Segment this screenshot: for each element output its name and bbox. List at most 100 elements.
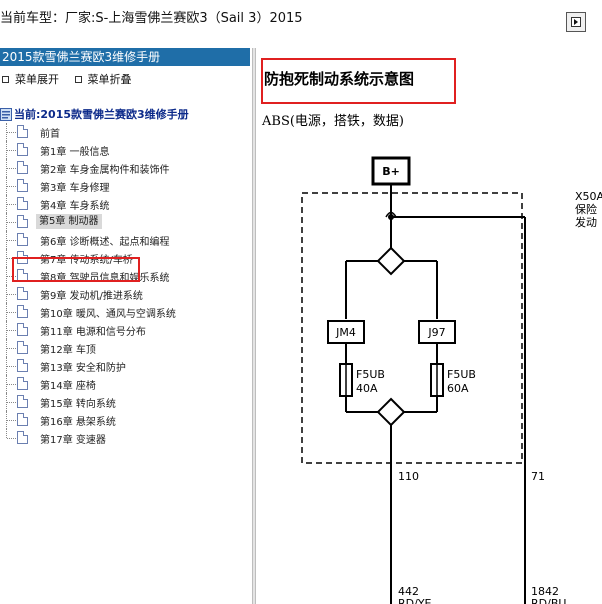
tree-branch bbox=[7, 186, 16, 187]
document-icon bbox=[17, 431, 28, 444]
tree-item-label: 第5章 制动器 bbox=[36, 214, 102, 229]
tree-branch bbox=[7, 222, 16, 223]
tree-item-label: 第1章 一般信息 bbox=[40, 147, 110, 158]
fuse-block-label-1: X50A bbox=[575, 190, 602, 203]
splice-diamond-bottom bbox=[376, 397, 406, 427]
relay-left-label: JM4 bbox=[335, 326, 356, 339]
fuse-right-name: F5UB bbox=[447, 368, 476, 381]
tree-branch bbox=[7, 420, 16, 421]
document-icon bbox=[17, 161, 28, 174]
document-icon bbox=[17, 323, 28, 336]
navigation-panel: 2015款雪佛兰赛欧3维修手册 菜单展开 菜单折叠 当前:2015款雪佛兰赛欧3… bbox=[0, 48, 252, 604]
wire-left-color: RD/YE bbox=[398, 597, 432, 604]
battery-label: B+ bbox=[382, 165, 400, 178]
collapse-menu-button[interactable]: 菜单折叠 bbox=[73, 71, 132, 87]
relay-right-label: J97 bbox=[427, 326, 445, 339]
expand-menu-button[interactable]: 菜单展开 bbox=[0, 71, 59, 87]
document-icon bbox=[17, 287, 28, 300]
tree-item-chapter-2[interactable]: 第2章 车身金属构件和装饰件 bbox=[0, 159, 252, 177]
document-icon bbox=[17, 359, 28, 372]
document-icon bbox=[17, 179, 28, 192]
expand-icon bbox=[2, 75, 9, 83]
document-icon bbox=[17, 395, 28, 408]
document-icon bbox=[17, 413, 28, 426]
tree-item-chapter-9[interactable]: 第9章 发动机/推进系统 bbox=[0, 285, 252, 303]
collapse-menu-label: 菜单折叠 bbox=[87, 73, 132, 86]
menu-controls: 菜单展开 菜单折叠 bbox=[0, 71, 142, 87]
pin-right-label: 71 bbox=[531, 470, 545, 483]
tree-root[interactable]: 当前:2015款雪佛兰赛欧3维修手册 bbox=[0, 105, 189, 123]
tree-item-label: 前首 bbox=[40, 129, 60, 140]
tree-item-label: 第2章 车身金属构件和装饰件 bbox=[40, 165, 170, 176]
tree-item-label: 第12章 车顶 bbox=[40, 345, 96, 356]
toggle-arrow-icon bbox=[571, 17, 581, 27]
tree-branch bbox=[7, 438, 16, 439]
tree-root-label: 当前:2015款雪佛兰赛欧3维修手册 bbox=[14, 108, 189, 121]
collapse-icon bbox=[74, 75, 82, 83]
tree-item-chapter-17[interactable]: 第17章 变速器 bbox=[0, 429, 252, 447]
tree-item-chapter-14[interactable]: 第14章 座椅 bbox=[0, 375, 252, 393]
chapter-tree: 前首第1章 一般信息第2章 车身金属构件和装饰件 第3章 车身修理 第4章 车身系统… bbox=[0, 123, 252, 447]
wire-right-color: RD/BU bbox=[531, 597, 566, 604]
tree-branch bbox=[7, 402, 16, 403]
tree-item-chapter-3[interactable]: 第3章 车身修理 bbox=[0, 177, 252, 195]
tree-branch bbox=[7, 240, 16, 241]
tree-item-label: 第9章 发动机/推进系统 bbox=[40, 291, 143, 302]
fuse-right-rating: 60A bbox=[447, 382, 469, 395]
content-panel: 防抱死制动系统示意图 ABS(电源，搭铁，数据) B+ X50A 保险 发动 J… bbox=[256, 48, 602, 604]
tree-branch bbox=[7, 384, 16, 385]
manual-root-icon bbox=[0, 107, 12, 121]
tree-item-label: 第6章 诊断概述、起点和编程 bbox=[40, 237, 170, 248]
tree-item-chapter-0[interactable]: 前首 bbox=[0, 123, 252, 141]
window-title: 当前车型：厂家:S-上海雪佛兰赛欧3（Sail 3）2015 bbox=[0, 11, 303, 26]
panel-toggle-button[interactable] bbox=[566, 12, 586, 32]
tree-item-chapter-16[interactable]: 第16章 悬架系统 bbox=[0, 411, 252, 429]
tree-branch bbox=[7, 294, 16, 295]
tree-item-label: 第17章 变速器 bbox=[40, 435, 106, 446]
pin-left-label: 110 bbox=[398, 470, 419, 483]
splice-top bbox=[388, 214, 394, 220]
fuse-block-label-3: 发动 bbox=[575, 215, 597, 229]
tree-branch bbox=[7, 312, 16, 313]
tree-item-chapter-5[interactable]: 第5章 制动器 bbox=[0, 213, 252, 231]
tree-item-chapter-10[interactable]: 第10章 暖风、通风与空调系统 bbox=[0, 303, 252, 321]
fuse-left-rating: 40A bbox=[356, 382, 378, 395]
document-icon bbox=[17, 197, 28, 210]
tree-branch bbox=[7, 132, 16, 133]
document-icon bbox=[17, 305, 28, 318]
tree-item-chapter-6[interactable]: 第6章 诊断概述、起点和编程 bbox=[0, 231, 252, 249]
fuse-block-label-2: 保险 bbox=[575, 202, 597, 216]
tree-branch bbox=[7, 168, 16, 169]
tree-item-label: 第11章 电源和信号分布 bbox=[40, 327, 146, 338]
splice-diamond-top bbox=[376, 246, 406, 276]
abs-wiring-diagram: B+ X50A 保险 发动 JM4 J97 F5UB 40A F5UB 60A … bbox=[301, 156, 602, 604]
document-icon bbox=[17, 215, 28, 228]
tree-item-label: 第13章 安全和防护 bbox=[40, 363, 126, 374]
tree-connector bbox=[6, 429, 7, 438]
tree-item-chapter-13[interactable]: 第13章 安全和防护 bbox=[0, 357, 252, 375]
title-bar: 当前车型：厂家:S-上海雪佛兰赛欧3（Sail 3）2015 bbox=[0, 0, 602, 48]
tree-branch bbox=[7, 348, 16, 349]
tree-item-chapter-12[interactable]: 第12章 车顶 bbox=[0, 339, 252, 357]
document-icon bbox=[17, 341, 28, 354]
tree-branch bbox=[7, 330, 16, 331]
expand-menu-label: 菜单展开 bbox=[15, 73, 59, 86]
manual-title-header: 2015款雪佛兰赛欧3维修手册 bbox=[0, 48, 250, 66]
tree-item-chapter-11[interactable]: 第11章 电源和信号分布 bbox=[0, 321, 252, 339]
tree-item-label: 第3章 车身修理 bbox=[40, 183, 110, 194]
tree-item-label: 第10章 暖风、通风与空调系统 bbox=[40, 309, 176, 320]
tree-branch bbox=[7, 366, 16, 367]
document-icon bbox=[17, 143, 28, 156]
document-icon bbox=[17, 377, 28, 390]
tree-item-label: 第15章 转向系统 bbox=[40, 399, 116, 410]
tree-item-chapter-15[interactable]: 第15章 转向系统 bbox=[0, 393, 252, 411]
tree-item-label: 第14章 座椅 bbox=[40, 381, 96, 392]
tree-item-chapter-1[interactable]: 第1章 一般信息 bbox=[0, 141, 252, 159]
tree-branch bbox=[7, 204, 16, 205]
fuse-left-name: F5UB bbox=[356, 368, 385, 381]
selection-highlight-box bbox=[12, 257, 140, 282]
tree-item-chapter-4[interactable]: 第4章 车身系统 bbox=[0, 195, 252, 213]
tree-item-label: 第4章 车身系统 bbox=[40, 201, 110, 212]
document-icon bbox=[17, 125, 28, 138]
tree-branch bbox=[7, 150, 16, 151]
